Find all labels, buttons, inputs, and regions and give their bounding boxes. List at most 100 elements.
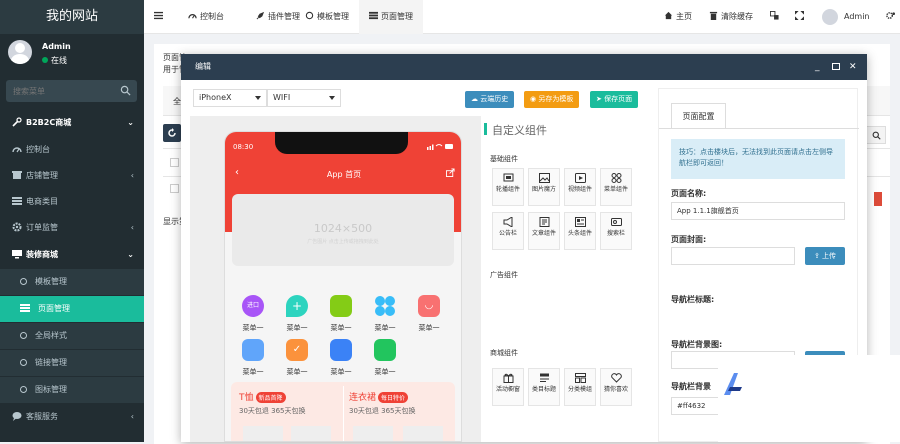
language-button[interactable] xyxy=(770,0,782,34)
gear-icon xyxy=(12,222,22,231)
modal-toolbar: iPhoneX WIFI ☁ 云端历史 ◉ 另存为模板 ➤ 保存页面 xyxy=(181,80,655,116)
component-headline[interactable]: 头条组件 xyxy=(564,212,596,250)
gears-icon xyxy=(886,12,895,19)
product-image[interactable] xyxy=(353,426,393,441)
menu-item[interactable]: ✓ 菜单一 xyxy=(277,339,317,379)
sidebar-item-b2b2c[interactable]: B2B2C商城 ⌄ xyxy=(0,110,144,136)
sidebar-item-label: 模板管理 xyxy=(35,277,67,286)
maximize-button[interactable] xyxy=(832,54,840,80)
row-checkbox[interactable] xyxy=(170,184,179,193)
component-menu[interactable]: 菜单组件 xyxy=(600,168,632,206)
sidebar-item-label: 页面管理 xyxy=(38,304,70,313)
home-link[interactable]: 主页 xyxy=(664,0,692,34)
sidebar-item-pages[interactable]: 页面管理 xyxy=(0,296,144,322)
modal-header: 编辑 _ ✕ xyxy=(181,54,867,80)
menu-toggle-button[interactable] xyxy=(154,0,166,34)
sidebar-item-service[interactable]: 客服服务 ‹ xyxy=(0,404,144,430)
save-as-template-button[interactable]: ◉ 另存为模板 xyxy=(524,91,580,108)
network-select[interactable]: WIFI xyxy=(267,89,341,107)
component-search[interactable]: 搜索栏 xyxy=(600,212,632,250)
sidebar-item-dashboard[interactable]: 控制台 xyxy=(0,137,144,163)
menu-item[interactable]: ◡ 菜单一 xyxy=(409,295,449,335)
menu-item[interactable]: + 菜单一 xyxy=(277,295,317,335)
delete-button[interactable] xyxy=(874,192,882,206)
upload-button[interactable]: ⇪ 上传 xyxy=(805,247,845,265)
close-icon: ✕ xyxy=(849,62,857,72)
page-cover-input[interactable] xyxy=(671,247,795,265)
button-label: 云端历史 xyxy=(480,95,509,103)
cloud-history-button[interactable]: ☁ 云端历史 xyxy=(465,91,515,108)
home-label: 主页 xyxy=(676,12,692,21)
list-icon xyxy=(20,303,30,312)
user-panel: Admin 在线 xyxy=(0,34,144,74)
component-category-module[interactable]: 分类模组 xyxy=(564,368,596,406)
component-activity[interactable]: 活动橱窗 xyxy=(492,368,524,406)
nav-bg-color-label: 导航栏背景 xyxy=(671,382,711,391)
sidebar-item-links[interactable]: 链接管理 xyxy=(0,350,144,376)
search-icon[interactable] xyxy=(120,85,131,96)
component-label: 公告栏 xyxy=(498,230,517,237)
tab-page-config[interactable]: 页面配置 xyxy=(671,103,726,129)
search-toggle-button[interactable] xyxy=(866,126,886,144)
article-icon xyxy=(539,217,550,227)
sidebar-search-input[interactable] xyxy=(6,80,116,102)
component-article[interactable]: 文章组件 xyxy=(528,212,560,250)
promo-left[interactable]: T恤 新品首降 30天包退 365天包换 xyxy=(239,390,339,416)
menu-item[interactable]: 菜单一 xyxy=(321,339,361,379)
save-page-button[interactable]: ➤ 保存页面 xyxy=(590,91,639,108)
product-image[interactable] xyxy=(291,426,331,441)
user-menu[interactable]: Admin xyxy=(822,0,870,34)
component-carousel[interactable]: 轮播组件 xyxy=(492,168,524,206)
sidebar-item-category[interactable]: 电商类目 xyxy=(0,189,144,215)
online-dot-icon xyxy=(42,57,48,63)
page-name-input[interactable]: App 1.1.1旗舰首页 xyxy=(671,202,845,220)
tab-dashboard[interactable]: 控制台 xyxy=(182,0,230,34)
sidebar-item-global-style[interactable]: 全局样式 xyxy=(0,323,144,349)
phone-time: 08:30 xyxy=(233,143,254,151)
sidebar-item-template[interactable]: 模板管理 xyxy=(0,269,144,295)
tab-all[interactable]: 全 xyxy=(173,96,181,107)
tab-pages[interactable]: 页面管理 xyxy=(359,0,423,34)
promo-title: 连衣裙 xyxy=(349,393,377,403)
fullscreen-button[interactable] xyxy=(795,0,807,34)
component-guess-like[interactable]: 猜你喜欢 xyxy=(600,368,632,406)
component-notice[interactable]: 公告栏 xyxy=(492,212,524,250)
menu-item[interactable]: 进口 菜单一 xyxy=(233,295,273,335)
component-image-cube[interactable]: 图片魔方 xyxy=(528,168,560,206)
send-icon: ➤ xyxy=(596,95,602,103)
product-image[interactable] xyxy=(403,426,443,441)
news-icon xyxy=(575,217,586,227)
component-category-title[interactable]: 类目标题 xyxy=(528,368,560,406)
banner-placeholder[interactable]: 1024×500 广告图片 点击上传或拖拽到此处 xyxy=(232,194,454,266)
sidebar-item-label: 客服服务 xyxy=(26,412,58,421)
minimize-button[interactable]: _ xyxy=(815,54,820,80)
menu-item[interactable]: 菜单一 xyxy=(321,295,361,335)
bag-icon: ◡ xyxy=(418,295,440,317)
brand-title[interactable]: 我的网站 xyxy=(0,0,144,34)
caret-down-icon xyxy=(255,96,261,100)
menu-item[interactable]: 菜单一 xyxy=(365,295,405,335)
close-button[interactable]: ✕ xyxy=(849,54,857,80)
refresh-button[interactable] xyxy=(163,124,181,142)
tab-templates[interactable]: 模板管理 xyxy=(299,0,355,34)
share-icon[interactable] xyxy=(446,168,455,177)
sidebar-search xyxy=(6,80,137,102)
palette-title: 自定义组件 xyxy=(484,123,547,137)
sidebar-item-store[interactable]: 店铺管理 ‹ xyxy=(0,163,144,189)
sidebar-item-icons[interactable]: 图标管理 xyxy=(0,377,144,403)
product-image[interactable] xyxy=(243,426,283,441)
promo-right[interactable]: 连衣裙 每日特价 30天包退 365天包换 xyxy=(349,390,449,416)
clear-cache-button[interactable]: 清除缓存 xyxy=(709,0,753,34)
menu-item[interactable]: 菜单一 xyxy=(233,339,273,379)
wrench-icon xyxy=(12,116,22,127)
device-select[interactable]: iPhoneX xyxy=(193,89,267,107)
search-icon xyxy=(872,131,881,140)
select-all-checkbox[interactable] xyxy=(170,158,179,167)
tab-plugins[interactable]: 插件管理 xyxy=(250,0,306,34)
sidebar-item-decoration[interactable]: 装修商城 ⌄ xyxy=(0,242,144,268)
settings-button[interactable] xyxy=(886,0,898,34)
menu-item[interactable]: 菜单一 xyxy=(365,339,405,379)
sidebar-item-orders[interactable]: 订单监管 ‹ xyxy=(0,215,144,241)
basket-icon xyxy=(330,295,352,317)
component-video[interactable]: 视频组件 xyxy=(564,168,596,206)
